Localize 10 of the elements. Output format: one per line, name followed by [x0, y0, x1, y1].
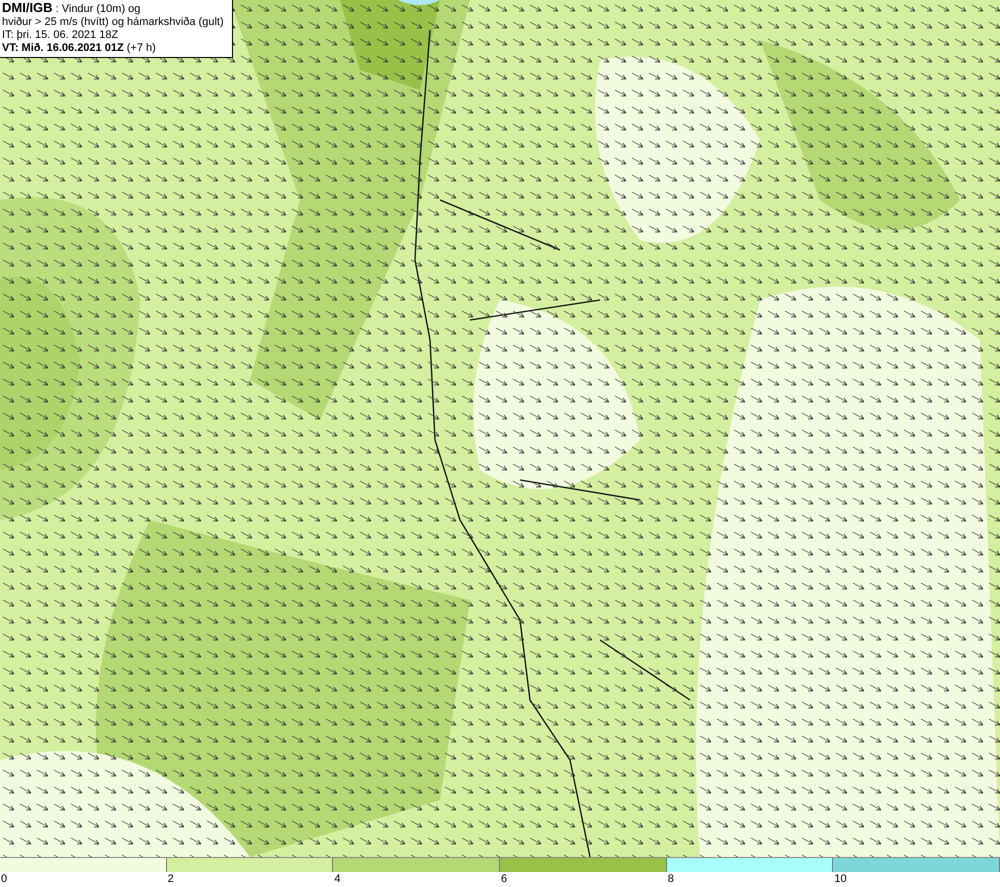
scale-label: 6: [500, 872, 508, 887]
info-text: DMI/IGB : Vindur (10m) og: [2, 1, 142, 16]
scale-label: 10: [833, 872, 848, 887]
scale-label: 0: [0, 872, 8, 887]
info-text: IT: þri. 15. 06. 2021 18Z: [2, 29, 120, 42]
scale-label: 2: [166, 872, 175, 887]
info-text: VT: Mið. 16.06.2021 01Z (+7 h): [2, 42, 157, 55]
scale-label: 4: [333, 872, 342, 887]
info-text: hviður > 25 m/s (hvítt) og hámarkshviða (gult): [2, 16, 225, 29]
scale-label: 8: [666, 872, 675, 887]
